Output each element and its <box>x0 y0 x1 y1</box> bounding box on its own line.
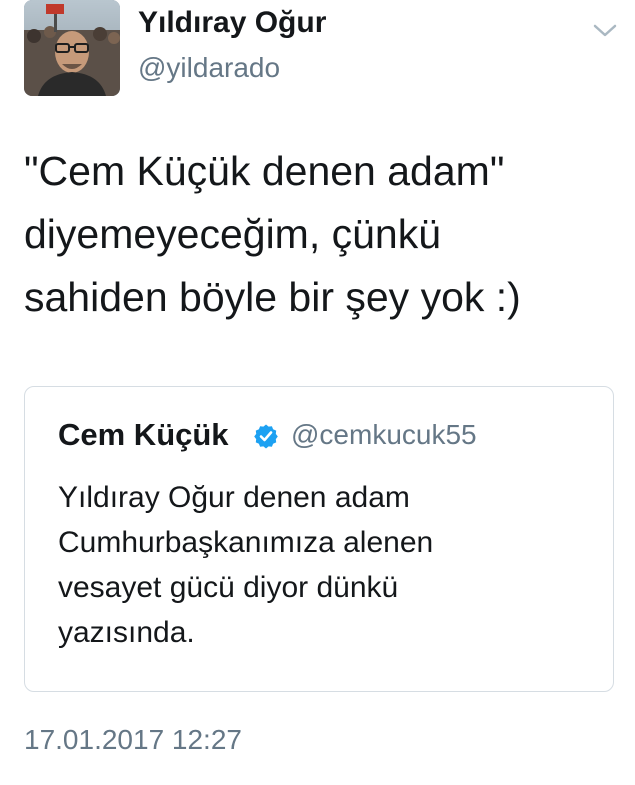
avatar[interactable] <box>24 0 120 96</box>
author-display-name[interactable]: Yıldıray Oğur <box>138 6 326 40</box>
tweet-text-line: sahiden böyle bir şey yok :) <box>24 274 521 320</box>
quoted-tweet-text: Yıldıray Oğur denen adam Cumhurbaşkanımı… <box>58 475 598 655</box>
user-avatar-photo <box>24 0 120 96</box>
quoted-author-name: Cem Küçük <box>58 417 229 452</box>
quoted-tweet-card[interactable]: Cem Küçük @cemkucuk55 Yıldıray Oğur dene… <box>24 386 614 692</box>
tweet-text-line: diyemeyeceğim, çünkü <box>24 211 442 257</box>
tweet-text: "Cem Küçük denen adam" diyemeyeceğim, çü… <box>24 140 614 329</box>
quoted-text-line: vesayet gücü diyor dünkü <box>58 571 399 604</box>
verified-badge-icon <box>253 423 279 449</box>
quoted-author-handle: @cemkucuk55 <box>291 419 477 450</box>
quoted-text-line: yazısında. <box>58 616 195 649</box>
chevron-down-icon[interactable] <box>592 22 618 40</box>
tweet-timestamp[interactable]: 17.01.2017 12:27 <box>24 724 242 756</box>
tweet-text-line: "Cem Küçük denen adam" <box>24 148 505 194</box>
quoted-text-line: Yıldıray Oğur denen adam <box>58 481 410 514</box>
quoted-text-line: Cumhurbaşkanımıza alenen <box>58 526 434 559</box>
author-handle[interactable]: @yildarado <box>138 52 280 84</box>
